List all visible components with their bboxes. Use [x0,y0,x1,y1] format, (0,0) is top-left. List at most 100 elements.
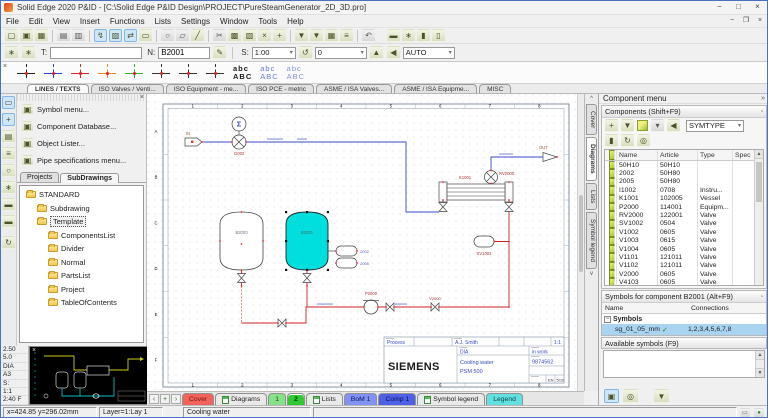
undo-icon[interactable]: ↶ [362,29,375,42]
palette-tab-misc[interactable]: MISC [479,84,511,93]
component-row-v1101[interactable]: V1101121011Valve [605,253,763,261]
symbols-group-row[interactable]: − Symbols [602,314,766,324]
scroll-sheets-left-icon[interactable]: ‹ [149,394,159,404]
line-symbol-green[interactable] [125,64,145,82]
print-preview-icon[interactable]: ▥ [72,29,85,42]
scroll-down-icon[interactable]: ▼ [756,368,764,377]
tree-item-divider[interactable]: Divider [20,242,143,256]
menu-edit[interactable]: Edit [24,15,48,28]
structure-icon[interactable]: ∗ [402,29,415,42]
edit-name-icon[interactable]: ✎ [213,46,226,59]
tree-move-icon[interactable]: ∗ [22,46,35,59]
database-icon[interactable]: ▮ [417,29,430,42]
component-name-input[interactable] [158,47,210,59]
button-a-icon[interactable]: ▬ [2,198,15,211]
filter-b-icon[interactable]: ▼ [310,29,323,42]
pipe-draw-icon[interactable]: ↯ [94,29,107,42]
swatch-dropdown-icon[interactable]: ▾ [651,119,664,132]
auto-mode-select[interactable]: AUTO▾ [403,47,455,59]
object-lister-button[interactable]: ▣Object Lister... [17,135,146,152]
mdi-restore-button[interactable]: ❐ [739,15,753,28]
mirror-vertical-icon[interactable]: ▲ [370,46,383,59]
zoom-tool-icon[interactable]: ○ [2,164,15,177]
component-row-50h10[interactable]: 50H1050H10 [605,161,763,169]
line-symbol-red[interactable] [71,64,91,82]
component-row-v1003[interactable]: V10030615Valve [605,237,763,245]
overview-close-icon[interactable]: × [32,347,36,354]
side-tab-cover[interactable]: Cover [586,104,597,135]
rotate-tool-icon[interactable]: ↻ [2,236,15,249]
components-table-scrollbar[interactable]: ▲ [754,150,763,285]
hatch-icon[interactable]: ▨ [109,29,122,42]
cut-icon[interactable]: ✂ [213,29,226,42]
gear-icon[interactable]: ◎ [623,389,638,403]
sheet-manager-icon[interactable]: ▬ [387,29,400,42]
tree-item-normal[interactable]: Normal [20,256,143,270]
open-document-icon[interactable]: ▣ [20,29,33,42]
filter-components-icon[interactable]: ▼ [621,119,634,132]
line-tool-icon[interactable]: ╱ [191,29,204,42]
sheet-tab-symbol-legend[interactable]: Symbol legend [417,393,485,405]
text-style-black[interactable]: abcABC [233,65,252,81]
pump-p2000[interactable]: P2000 [363,291,379,314]
tree-item-subdrawing[interactable]: Subdrawing [20,202,143,216]
side-tab-diagrams[interactable]: Diagrams [586,137,597,181]
line-symbol-dark-3[interactable] [206,64,226,82]
component-row-v1102[interactable]: V1102121011Valve [605,262,763,270]
text-input[interactable] [50,47,142,59]
line-symbol-dark-2[interactable] [179,64,199,82]
drawing-canvas[interactable]: 1122334455667788ABCDEF IN [147,94,584,391]
menu-settings[interactable]: Settings [176,15,215,28]
component-row-v1002[interactable]: V10020605Valve [605,228,763,236]
add-component-icon[interactable]: + [605,119,618,132]
safety-valve[interactable]: SV1002 [474,236,494,256]
symtype-select[interactable]: SYMTYPE▾ [686,120,744,132]
vessel-b2000[interactable]: B2000 [220,212,263,270]
section-collapse-icon[interactable]: ▫ [761,109,763,115]
scroll-tabs-down-icon[interactable]: v [590,271,593,277]
checklist-icon[interactable]: ≡ [340,29,353,42]
sheets-stack-icon[interactable]: ▣ [604,389,619,403]
copy-icon[interactable]: ▩ [228,29,241,42]
panel-close-icon[interactable]: × [140,94,144,101]
palette-tab-iso-equipment-me[interactable]: ISO Equipment - me... [166,84,246,93]
angle-select[interactable]: 0▾ [315,47,367,59]
tree-item-standard[interactable]: STANDARD [20,188,143,202]
scroll-sheets-right-icon[interactable]: › [171,394,181,404]
rectangle-tool-icon[interactable]: ▱ [176,29,189,42]
palette-close-icon[interactable]: × [3,63,7,70]
new-document-icon[interactable]: ▢ [5,29,18,42]
symbol-row-selected[interactable]: sg_01_05_mm✓ 1,2,3,4,5,6,7,8 [602,324,766,335]
component-row-k1001[interactable]: K1001102005Vessel [605,195,763,203]
component-row-rv2000[interactable]: RV2000122001Valve [605,211,763,219]
tree-item-template[interactable]: Template [20,215,143,229]
sheet-tab-diagrams[interactable]: Diagrams [215,393,267,405]
menu-window[interactable]: Window [215,15,253,28]
side-tab-lists[interactable]: Lists [586,183,597,210]
tree-add-icon[interactable]: ∗ [5,46,18,59]
menu-lists[interactable]: Lists [150,15,176,28]
component-row-v4103[interactable]: V41030605Valve [605,278,763,286]
component-row-2002[interactable]: 200250H80 [605,169,763,177]
mirror-horizontal-icon[interactable]: ◀ [387,46,400,59]
sheet-preview-icon[interactable]: ▤ [2,130,15,143]
circle-tool-icon[interactable]: ○ [161,29,174,42]
add-sheet-icon[interactable]: + [160,394,170,404]
component-database-button[interactable]: ▣Component Database... [17,118,146,135]
button-b-icon[interactable]: ▬ [2,215,15,228]
palette-tab-asme-isa-valves[interactable]: ASME / ISA Valves... [316,84,392,93]
scroll-tabs-up-icon[interactable]: ^ [590,96,593,102]
panel-expand-icon[interactable]: » [761,95,765,102]
reload-icon[interactable]: ↻ [621,134,634,147]
filter-symbols-icon[interactable]: ▼ [654,389,669,403]
available-symbols-list[interactable]: ▲ ▼ [603,350,765,378]
database-icon[interactable]: ▮ [605,134,618,147]
sheet-tab-bom-1[interactable]: BoM 1 [344,393,378,405]
symbol-menu-button[interactable]: ▣Symbol menu... [17,101,146,118]
move-icon[interactable]: + [273,29,286,42]
sheet-tab-legend[interactable]: Legend [486,393,523,405]
component-row-p2000[interactable]: P2000114001Equipm... [605,203,763,211]
settings-target-icon[interactable]: ◎ [637,134,650,147]
fit-view-icon[interactable]: ▭ [139,29,152,42]
delete-icon[interactable]: × [258,29,271,42]
